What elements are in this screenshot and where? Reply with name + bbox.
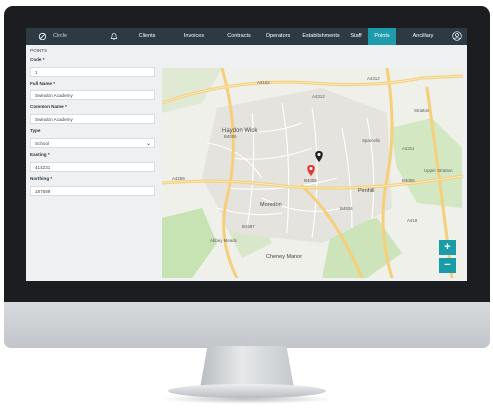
full-name-label: Full Name * [30, 81, 56, 86]
map-label-road: A3102 [257, 80, 270, 85]
full-name-input[interactable]: Swindon Academy [30, 90, 155, 100]
map-label-place: Moredon [260, 202, 282, 208]
type-select-value: School [35, 141, 50, 146]
map-label-road: B4534 [340, 206, 353, 211]
section-title: POINTS [30, 48, 48, 53]
map-label-road: B4006 [304, 178, 317, 183]
map-label-place: Cheney Manor [266, 254, 303, 260]
common-name-input[interactable]: Swindon Academy [30, 114, 155, 124]
top-navbar: Circle Clients Invoices Contracts Operat… [26, 28, 467, 45]
zoom-in-button[interactable]: + [439, 240, 456, 255]
nav-establishments[interactable]: Establishments [298, 28, 344, 45]
map-label-road: B4006 [402, 178, 415, 183]
map-label-place: Stratton [414, 108, 430, 113]
map-label-place: Sparcells [362, 138, 381, 143]
circle-logo-icon[interactable] [38, 32, 47, 41]
monitor-stand-neck [200, 346, 294, 388]
map-label-road: B4587 [242, 224, 255, 229]
northing-input[interactable]: 187689 [30, 186, 155, 196]
nav-contracts[interactable]: Contracts [222, 28, 256, 45]
map-label-road: A4312 [312, 94, 325, 99]
map-label-place: Penhill [358, 188, 375, 194]
common-name-label: Common Name * [30, 104, 67, 109]
type-select[interactable]: School ⌄ [30, 138, 155, 148]
monitor-stand-base [168, 384, 326, 398]
map-label-road: A4311 [402, 146, 415, 151]
point-form: POINTS Code * 1 Full Name * Swindon Acad… [26, 45, 158, 281]
map-label-place: Abbey Meads [210, 238, 237, 243]
nav-clients[interactable]: Clients [131, 28, 163, 45]
nav-operators[interactable]: Operators [260, 28, 296, 45]
map-label-road: A4312 [367, 76, 380, 81]
easting-label: Easting * [30, 152, 50, 157]
nav-invoices[interactable]: Invoices [174, 28, 214, 45]
northing-label: Northing * [30, 176, 53, 181]
app-screen: Circle Clients Invoices Contracts Operat… [26, 28, 467, 281]
app-logo-text[interactable]: Circle [53, 28, 67, 45]
nav-ancillary[interactable]: Ancillary [408, 28, 438, 45]
chevron-down-icon: ⌄ [145, 141, 151, 147]
monitor-chin [4, 302, 490, 348]
map-label-place: Haydon Wick [222, 128, 258, 134]
map-label-place: Upper Stratton [424, 168, 453, 173]
user-account-icon[interactable] [452, 31, 462, 41]
map-label-road: A419 [407, 218, 418, 223]
map-tiles [162, 68, 463, 278]
nav-points[interactable]: Points [368, 28, 396, 45]
easting-input[interactable]: 414231 [30, 162, 155, 172]
code-label: Code * [30, 57, 45, 62]
map-label-road: A4259 [172, 176, 185, 181]
type-label: Type [30, 128, 41, 133]
nav-staff[interactable]: Staff [346, 28, 366, 45]
zoom-out-button[interactable]: − [439, 258, 456, 273]
code-input[interactable]: 1 [30, 67, 155, 77]
map-label-road: B4006 [224, 134, 237, 139]
bell-icon[interactable] [110, 32, 118, 41]
map-view[interactable]: A4312 A4312 A3102 B4006 B4006 Haydon Wic… [162, 68, 463, 278]
